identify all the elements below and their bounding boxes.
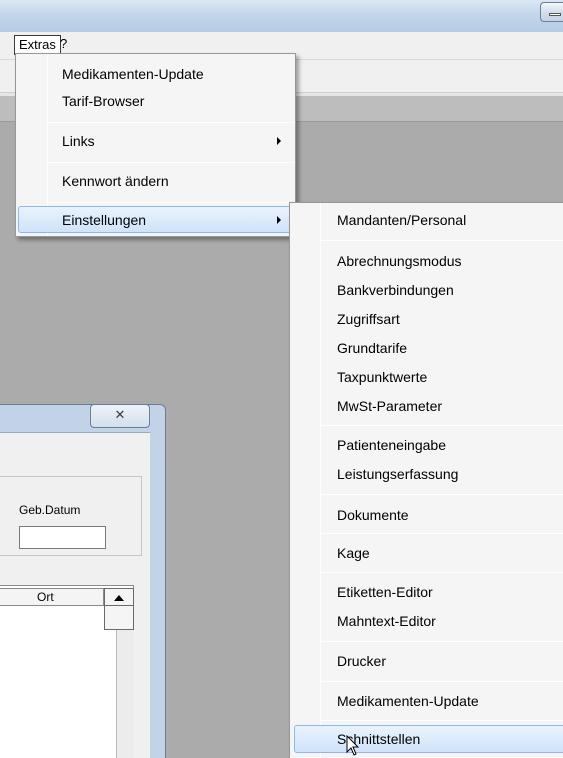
submenu-gutter [320, 203, 321, 758]
dialog-close-button[interactable]: ✕ [90, 404, 150, 428]
window-minimize-button[interactable] [540, 2, 563, 22]
submenu-item-grundtarife[interactable]: Grundtarife [337, 336, 407, 360]
submenu-item-taxpunktwerte[interactable]: Taxpunktwerte [337, 365, 427, 389]
menu-separator [48, 162, 294, 163]
submenu-item-patienteneingabe[interactable]: Patienteneingabe [337, 433, 446, 457]
submenu-item-highlight [294, 725, 563, 753]
menu-item-einstellungen[interactable]: Einstellungen [62, 208, 146, 232]
menu-separator [321, 425, 563, 426]
menu-separator [321, 494, 563, 495]
scroll-divider [105, 605, 133, 606]
menu-item-tarif-browser[interactable]: Tarif-Browser [62, 89, 144, 113]
scroll-up-arrow-icon [114, 595, 124, 601]
submenu-item-kage[interactable]: Kage [337, 541, 370, 565]
menu-extras[interactable]: Extras [14, 35, 61, 55]
submenu-item-medikamenten-update[interactable]: Medikamenten-Update [337, 689, 479, 713]
submenu-item-abrechnungsmodus[interactable]: Abrechnungsmodus [337, 249, 462, 273]
submenu-item-etiketten-editor[interactable]: Etiketten-Editor [337, 580, 433, 604]
geb-datum-field[interactable] [19, 526, 106, 549]
submenu-item-leistungserfassung[interactable]: Leistungserfassung [337, 462, 458, 486]
geb-datum-label: Geb.Datum [19, 503, 81, 517]
menu-separator [48, 122, 294, 123]
menu-separator [48, 202, 294, 203]
menu-separator [321, 572, 563, 573]
submenu-item-mandanten-personal[interactable]: Mandanten/Personal [337, 208, 466, 232]
menu-item-medikamenten-update[interactable]: Medikamenten-Update [62, 62, 204, 86]
menu-separator [321, 240, 563, 241]
mouse-pointer-icon [346, 735, 360, 756]
close-icon: ✕ [114, 408, 126, 423]
minimize-icon [549, 13, 561, 16]
column-header-ort-label: Ort [37, 590, 54, 604]
submenu-item-bankverbindungen[interactable]: Bankverbindungen [337, 278, 454, 302]
menu-help[interactable]: ? [56, 35, 71, 55]
menu-separator [321, 533, 563, 534]
submenu-item-mwst-parameter[interactable]: MwSt-Parameter [337, 394, 442, 418]
menu-item-highlight [18, 206, 293, 233]
menu-item-kennwort-aendern[interactable]: Kennwort ändern [62, 169, 169, 193]
menu-separator [321, 641, 563, 642]
submenu-item-dokumente[interactable]: Dokumente [337, 503, 409, 527]
scroll-up-button[interactable] [104, 588, 134, 630]
submenu-item-drucker[interactable]: Drucker [337, 649, 386, 673]
menu-separator [321, 720, 563, 721]
submenu-arrow-icon [277, 137, 281, 145]
window-titlebar [0, 0, 563, 32]
submenu-arrow-icon [277, 216, 281, 224]
menu-separator [321, 681, 563, 682]
submenu-item-zugriffsart[interactable]: Zugriffsart [337, 307, 400, 331]
submenu-item-mahntext-editor[interactable]: Mahntext-Editor [337, 609, 436, 633]
menu-item-links[interactable]: Links [62, 129, 95, 153]
